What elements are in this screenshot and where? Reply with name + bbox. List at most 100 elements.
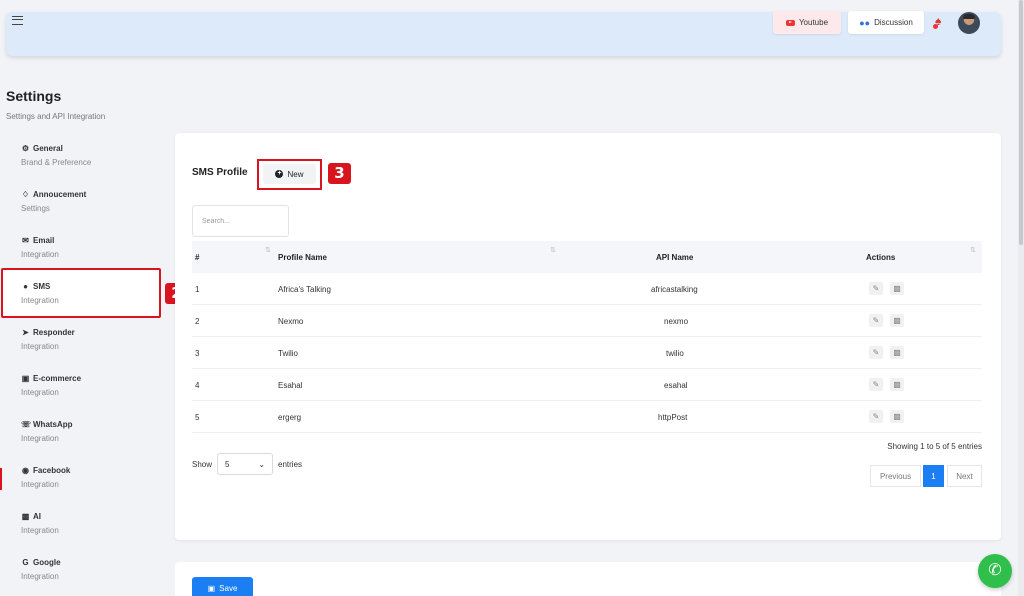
avatar[interactable]: [958, 12, 980, 34]
edit-icon[interactable]: ✎: [869, 378, 883, 391]
sidebar-item-responder[interactable]: ➤ Responder Integration: [21, 328, 151, 351]
page-title: Settings: [6, 88, 62, 104]
table-row: 3 Twilio twilio ✎ ▩: [192, 337, 982, 369]
scrollbar-thumb[interactable]: [1019, 0, 1023, 245]
table-row: 2 Nexmo nexmo ✎ ▩: [192, 305, 982, 337]
trash-icon[interactable]: ▩: [890, 346, 904, 359]
sort-icon[interactable]: ⇅: [970, 246, 976, 254]
sidebar-item-sub: Integration: [21, 572, 59, 581]
sidebar-item-facebook[interactable]: ◉ Facebook Integration: [21, 466, 151, 489]
edit-icon[interactable]: ✎: [869, 282, 883, 295]
table-header: # ⇅ Profile Name ⇅ API Name Actions ⇅: [192, 241, 982, 273]
sidebar-item-sub: Integration: [21, 480, 59, 489]
new-label: New: [287, 169, 304, 179]
row-api-name: africastalking: [651, 285, 698, 294]
sidebar-item-label: Email: [33, 236, 55, 245]
google-icon: G: [22, 558, 29, 567]
sidebar-item-label: E-commerce: [33, 374, 82, 383]
sidebar-item-ai[interactable]: ▩ AI Integration: [21, 512, 151, 535]
whatsapp-icon: ☏: [21, 420, 32, 429]
edit-icon[interactable]: ✎: [869, 314, 883, 327]
robot-icon: ▩: [21, 512, 30, 521]
row-api-name: httpPost: [658, 413, 688, 422]
column-profile-name[interactable]: Profile Name: [278, 253, 327, 262]
table-row: 1 Africa's Talking africastalking ✎ ▩: [192, 273, 982, 305]
sidebar-item-sub: Integration: [21, 434, 59, 443]
users-icon: ●●: [859, 17, 871, 28]
page-1-button[interactable]: 1: [923, 465, 944, 487]
sidebar-item-label: Annoucement: [33, 190, 87, 199]
sidebar-item-label: Responder: [33, 328, 75, 337]
youtube-button[interactable]: Youtube: [773, 11, 841, 34]
row-profile-name: Twilio: [278, 349, 299, 358]
show-label: Show: [192, 459, 213, 469]
sidebar-item-google[interactable]: G Google Integration: [21, 558, 151, 581]
annotation-badge-3: 3: [328, 163, 351, 184]
sidebar-item-sub: Settings: [21, 204, 50, 213]
sidebar-item-sub: Integration: [21, 526, 59, 535]
row-number: 5: [195, 413, 200, 422]
sort-icon[interactable]: ⇅: [265, 246, 271, 254]
discussion-button[interactable]: ●● Discussion: [848, 11, 924, 34]
sidebar-item-sub: Integration: [21, 250, 59, 259]
search-input[interactable]: [192, 205, 289, 237]
entries-select[interactable]: 5 ⌄: [217, 453, 274, 475]
sidebar-item-sms[interactable]: ● SMS Integration: [21, 282, 151, 305]
sidebar-item-email[interactable]: ✉ Email Integration: [21, 236, 151, 259]
trash-icon[interactable]: ▩: [890, 314, 904, 327]
sidebar-item-sub: Integration: [21, 296, 59, 305]
new-button[interactable]: + New: [263, 164, 316, 184]
entries-length-control: Show 5 ⌄ entries: [192, 453, 302, 475]
row-api-name: twilio: [666, 349, 684, 358]
table-row: 4 Esahal esahal ✎ ▩: [192, 369, 982, 401]
envelope-icon: ✉: [22, 236, 29, 245]
hamburger-menu-icon[interactable]: [12, 16, 23, 25]
row-profile-name: Nexmo: [278, 317, 304, 326]
notification-dot: [933, 24, 938, 29]
edit-icon[interactable]: ✎: [869, 346, 883, 359]
edit-icon[interactable]: ✎: [869, 410, 883, 423]
sms-profile-card: SMS Profile + New 3 # ⇅ Profile Name ⇅ A…: [175, 133, 1001, 540]
sidebar-item-sub: Integration: [21, 388, 59, 397]
trash-icon[interactable]: ▩: [890, 410, 904, 423]
trash-icon[interactable]: ▩: [890, 282, 904, 295]
annotation-mark: [0, 468, 2, 490]
page-subtitle: Settings and API Integration: [6, 112, 106, 121]
cart-icon: ▣: [21, 374, 30, 383]
sidebar-item-whatsapp[interactable]: ☏ WhatsApp Integration: [21, 420, 151, 443]
save-card: [175, 562, 1001, 596]
sidebar-item-label: SMS: [33, 282, 51, 291]
entries-value: 5: [225, 459, 230, 469]
sidebar-item-label: Facebook: [33, 466, 71, 475]
gear-icon: ⚙: [21, 144, 30, 153]
chevron-down-icon: ⌄: [258, 459, 266, 469]
column-actions[interactable]: Actions: [866, 253, 895, 262]
sidebar-item-general[interactable]: ⚙ General Brand & Preference: [21, 144, 151, 167]
row-number: 2: [195, 317, 200, 326]
trash-icon[interactable]: ▩: [890, 378, 904, 391]
sidebar-item-label: AI: [33, 512, 41, 521]
previous-page-button[interactable]: Previous: [870, 465, 921, 487]
entries-label: entries: [278, 459, 303, 469]
column-api-name[interactable]: API Name: [656, 253, 693, 262]
save-button[interactable]: ▣ Save: [192, 577, 253, 596]
row-api-name: nexmo: [664, 317, 689, 326]
row-profile-name: Esahal: [278, 381, 303, 390]
chat-icon: ●: [23, 282, 28, 291]
column-number[interactable]: #: [195, 253, 199, 262]
next-page-button[interactable]: Next: [947, 465, 982, 487]
youtube-label: Youtube: [798, 18, 829, 27]
sort-icon[interactable]: ⇅: [550, 246, 556, 254]
whatsapp-chat-icon[interactable]: ✆: [978, 554, 1012, 588]
plus-circle-icon: +: [275, 170, 284, 178]
sidebar-item-annoucement[interactable]: ♢ Annoucement Settings: [21, 190, 151, 213]
sidebar-item-ecommerce[interactable]: ▣ E-commerce Integration: [21, 374, 151, 397]
facebook-icon: ◉: [22, 466, 29, 475]
sidebar-item-label: Google: [33, 558, 61, 567]
paper-plane-icon: ➤: [22, 328, 29, 337]
floppy-disk-icon: ▣: [207, 583, 216, 593]
sidebar-item-sub: Brand & Preference: [21, 158, 92, 167]
youtube-icon: [785, 19, 795, 26]
table-row: 5 ergerg httpPost ✎ ▩: [192, 401, 982, 433]
row-api-name: esahal: [664, 381, 688, 390]
